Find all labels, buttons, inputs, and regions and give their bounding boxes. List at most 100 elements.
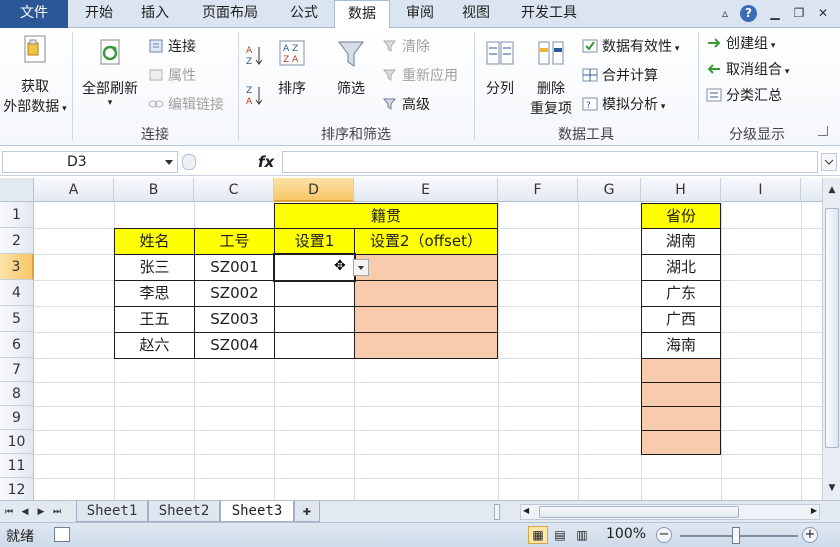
column-header-f[interactable]: F bbox=[498, 178, 578, 202]
worksheet-grid[interactable]: A B C D E F G H I 1 2 3 4 5 6 7 8 9 10 1… bbox=[0, 178, 822, 500]
get-external-data-button[interactable]: 获取 外部数据 ▾ bbox=[2, 34, 68, 116]
scroll-down-icon[interactable]: ▼ bbox=[824, 480, 840, 496]
tab-split-handle[interactable] bbox=[494, 504, 500, 520]
vertical-scrollbar[interactable]: ▲ ▼ bbox=[822, 178, 840, 500]
clear-filter-button[interactable]: 清除 bbox=[382, 37, 430, 57]
cell-h1-header[interactable]: 省份 bbox=[641, 203, 721, 229]
cell-e5[interactable] bbox=[354, 306, 498, 333]
column-header-c[interactable]: C bbox=[194, 178, 274, 202]
name-box[interactable]: D3 bbox=[2, 151, 178, 173]
normal-view-icon[interactable]: ▦ bbox=[528, 526, 548, 544]
cell-b5[interactable]: 王五 bbox=[114, 306, 195, 333]
cell-d6[interactable] bbox=[274, 332, 355, 359]
tab-home[interactable]: 开始 bbox=[74, 0, 124, 28]
row-header-7[interactable]: 7 bbox=[0, 358, 34, 382]
row-header-6[interactable]: 6 bbox=[0, 332, 34, 358]
reapply-button[interactable]: 重新应用 bbox=[382, 66, 458, 86]
ungroup-button[interactable]: 取消组合 ▾ bbox=[706, 60, 789, 80]
zoom-out-icon[interactable]: − bbox=[656, 527, 672, 543]
properties-button[interactable]: 属性 bbox=[148, 66, 196, 86]
cell-h3[interactable]: 湖北 bbox=[641, 254, 721, 281]
minimize-ribbon-icon[interactable]: ▵ bbox=[716, 4, 734, 22]
window-close-icon[interactable]: ✕ bbox=[814, 4, 832, 22]
tab-formulas[interactable]: 公式 bbox=[280, 0, 328, 28]
cell-b4[interactable]: 李思 bbox=[114, 280, 195, 307]
help-icon[interactable]: ? bbox=[740, 5, 757, 22]
page-break-view-icon[interactable]: ▥ bbox=[572, 526, 592, 544]
cell-e4[interactable] bbox=[354, 280, 498, 307]
zoom-level[interactable]: 100% bbox=[606, 526, 646, 542]
edit-links-button[interactable]: 编辑链接 bbox=[148, 95, 224, 115]
cell-h2[interactable]: 湖南 bbox=[641, 228, 721, 255]
cell-h8[interactable] bbox=[641, 382, 721, 407]
row-header-10[interactable]: 10 bbox=[0, 430, 34, 454]
select-all-corner[interactable] bbox=[0, 178, 34, 202]
sort-button[interactable]: A ZZ A 排序 bbox=[272, 38, 312, 98]
filter-button[interactable]: 筛选 bbox=[330, 38, 372, 98]
tab-developer[interactable]: 开发工具 bbox=[510, 0, 588, 28]
window-restore-icon[interactable]: ❐ bbox=[790, 4, 808, 22]
zoom-slider-thumb[interactable] bbox=[732, 527, 740, 544]
row-header-5[interactable]: 5 bbox=[0, 306, 34, 332]
sheet-tab-1[interactable]: Sheet1 bbox=[76, 501, 148, 522]
cell-h9[interactable] bbox=[641, 406, 721, 431]
page-layout-view-icon[interactable]: ▤ bbox=[550, 526, 570, 544]
window-minimize-icon[interactable]: ▁ bbox=[766, 4, 784, 22]
cell-h5[interactable]: 广西 bbox=[641, 306, 721, 333]
tab-insert[interactable]: 插入 bbox=[130, 0, 180, 28]
next-sheet-icon[interactable]: ▶ bbox=[34, 504, 48, 520]
what-if-analysis-button[interactable]: ? 模拟分析 ▾ bbox=[582, 95, 665, 115]
file-tab[interactable]: 文件 bbox=[0, 0, 68, 28]
sheet-tab-3[interactable]: Sheet3 bbox=[220, 501, 294, 522]
row-header-9[interactable]: 9 bbox=[0, 406, 34, 430]
last-sheet-icon[interactable]: ⏭ bbox=[50, 504, 64, 520]
cell-d1-merged-header[interactable]: 籍贯 bbox=[274, 203, 498, 229]
tab-page-layout[interactable]: 页面布局 bbox=[192, 0, 268, 28]
cell-c4[interactable]: SZ002 bbox=[194, 280, 275, 307]
cell-h7[interactable] bbox=[641, 358, 721, 383]
cell-b6[interactable]: 赵六 bbox=[114, 332, 195, 359]
scroll-right-icon[interactable]: ▶ bbox=[811, 506, 817, 515]
cell-e6[interactable] bbox=[354, 332, 498, 359]
cell-h4[interactable]: 广东 bbox=[641, 280, 721, 307]
data-validation-dropdown-button[interactable] bbox=[353, 259, 369, 276]
scroll-left-icon[interactable]: ◀ bbox=[523, 506, 529, 515]
row-header-12[interactable]: 12 bbox=[0, 478, 34, 500]
column-header-d[interactable]: D bbox=[274, 178, 354, 202]
refresh-all-button[interactable]: 全部刷新 ▾ bbox=[78, 38, 142, 108]
column-header-i[interactable]: I bbox=[721, 178, 801, 202]
row-header-1[interactable]: 1 bbox=[0, 202, 34, 228]
horizontal-scroll-thumb[interactable] bbox=[539, 506, 739, 518]
column-header-h[interactable]: H bbox=[641, 178, 721, 202]
insert-sheet-icon[interactable]: ✚ bbox=[294, 501, 320, 522]
formula-bar-resize-handle[interactable] bbox=[182, 154, 196, 170]
column-header-e[interactable]: E bbox=[354, 178, 498, 202]
text-to-columns-button[interactable]: 分列 bbox=[480, 38, 520, 98]
cell-d2-header[interactable]: 设置1 bbox=[274, 228, 355, 255]
outline-dialog-launcher-icon[interactable] bbox=[818, 126, 828, 136]
cell-c6[interactable]: SZ004 bbox=[194, 332, 275, 359]
advanced-filter-button[interactable]: 高级 bbox=[382, 95, 430, 115]
consolidate-button[interactable]: 合并计算 bbox=[582, 66, 658, 86]
cell-b3[interactable]: 张三 bbox=[114, 254, 195, 281]
cell-d5[interactable] bbox=[274, 306, 355, 333]
sort-za-button[interactable]: ZA bbox=[246, 84, 266, 108]
cell-d4[interactable] bbox=[274, 280, 355, 307]
column-header-b[interactable]: B bbox=[114, 178, 194, 202]
row-header-11[interactable]: 11 bbox=[0, 454, 34, 478]
connections-button[interactable]: 连接 bbox=[148, 37, 196, 57]
tab-data[interactable]: 数据 bbox=[334, 0, 390, 29]
cell-b2-header[interactable]: 姓名 bbox=[114, 228, 195, 255]
cell-e2-header[interactable]: 设置2（offset） bbox=[354, 228, 498, 255]
cell-c2-header[interactable]: 工号 bbox=[194, 228, 275, 255]
cell-h6[interactable]: 海南 bbox=[641, 332, 721, 359]
column-header-a[interactable]: A bbox=[34, 178, 114, 202]
vertical-scroll-thumb[interactable] bbox=[825, 208, 839, 448]
row-header-4[interactable]: 4 bbox=[0, 280, 34, 306]
expand-formula-bar-icon[interactable] bbox=[821, 153, 837, 171]
cell-e3[interactable] bbox=[354, 254, 498, 281]
scroll-up-icon[interactable]: ▲ bbox=[824, 182, 840, 198]
tab-review[interactable]: 审阅 bbox=[396, 0, 444, 28]
row-header-2[interactable]: 2 bbox=[0, 228, 34, 254]
cell-c5[interactable]: SZ003 bbox=[194, 306, 275, 333]
